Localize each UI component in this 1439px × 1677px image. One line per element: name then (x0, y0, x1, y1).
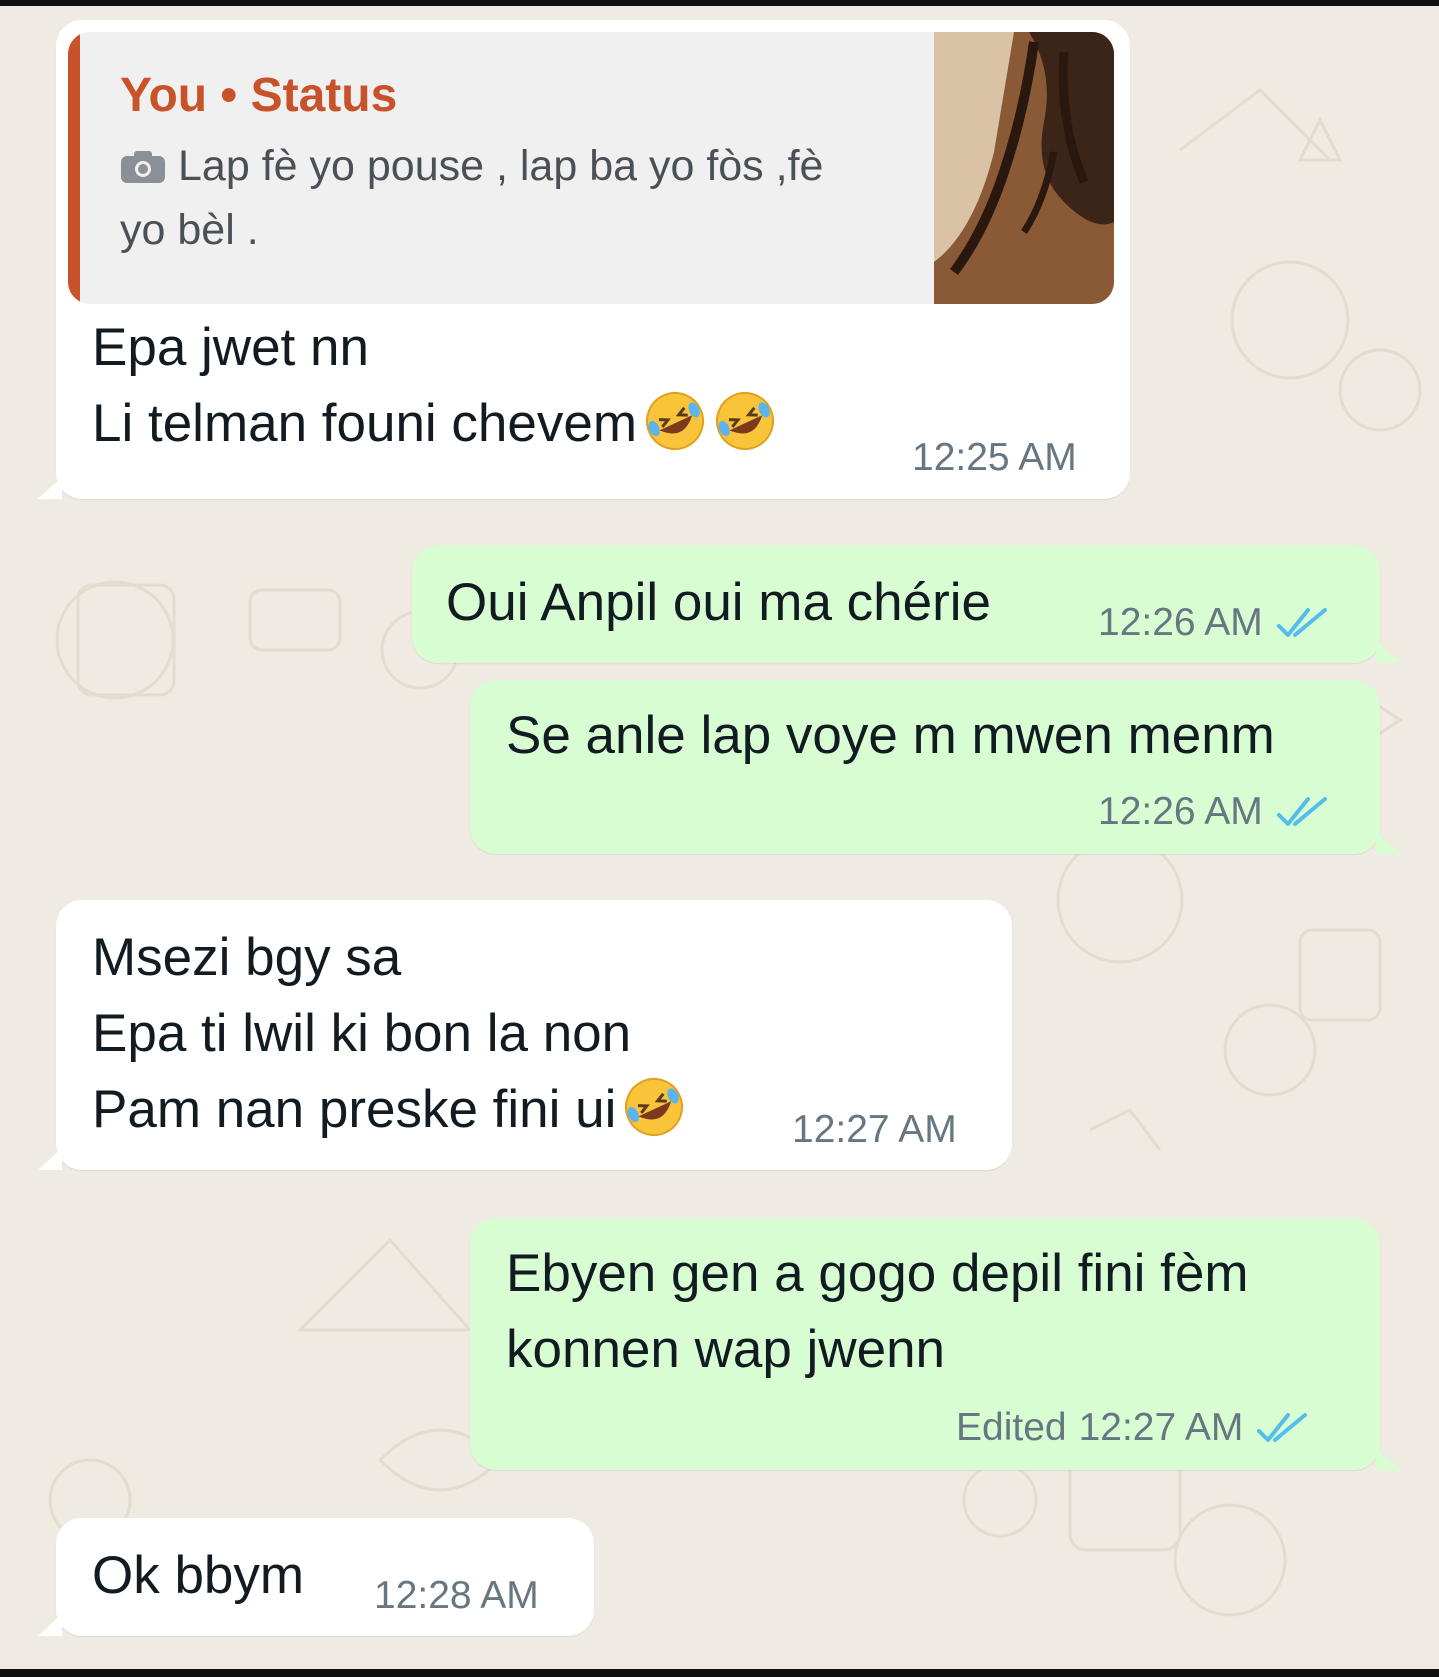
message-line-text: Li telman founi chevem (92, 394, 638, 453)
bottom-edge (0, 1669, 1439, 1677)
message-line: Epa ti lwil ki bon la non (92, 1004, 632, 1063)
bubble-tail (1376, 832, 1402, 854)
message-bubble-outgoing[interactable]: Oui Anpil oui ma chérie 12:26 AM (412, 545, 1402, 663)
message-time: 12:27 AM (792, 1108, 957, 1152)
quote-accent-bar (68, 32, 80, 304)
message-bubble-incoming[interactable]: You • Status Lap fè yo pouse , lap ba yo… (38, 20, 1130, 499)
message-time: 12:28 AM (374, 1574, 539, 1618)
message-line: konnen wap jwenn (506, 1320, 946, 1379)
message-line: Ebyen gen a gogo depil fini fèm (506, 1244, 1249, 1303)
message-text: Se anle lap voye m mwen menm (506, 706, 1275, 765)
message-bubble-outgoing[interactable]: Se anle lap voye m mwen menm 12:26 AM (470, 680, 1402, 854)
timestamp: 12:26 AM (1098, 601, 1263, 644)
timestamp: 12:28 AM (374, 1574, 539, 1617)
message-text: Ebyen gen a gogo depil fini fèm konnen w… (506, 1236, 1249, 1388)
message-line: Pam nan preske fini ui (92, 1072, 686, 1148)
message-line: Epa jwet nn (92, 318, 369, 377)
message-time: 12:25 AM (912, 436, 1077, 480)
message-text: Ok bbym (92, 1546, 305, 1605)
double-check-icon (1257, 1413, 1308, 1442)
message-text: Epa jwet nn Li telman founi chevem (92, 310, 777, 462)
rofl-emoji (646, 392, 705, 450)
message-text: Oui Anpil oui ma chérie (446, 573, 992, 632)
double-check-icon (1276, 608, 1327, 637)
bubble-tail (38, 477, 62, 499)
bubble-tail (1376, 641, 1402, 663)
status-thumbnail[interactable] (934, 32, 1114, 304)
quote-caption: Lap fè yo pouse , lap ba yo fòs ,fè yo b… (120, 142, 824, 254)
rofl-emoji (625, 1078, 684, 1136)
message-time: Edited 12:27 AM (956, 1406, 1309, 1450)
timestamp: 12:27 AM (1078, 1406, 1244, 1449)
quote-title: You • Status (120, 69, 398, 122)
bubble-tail (38, 1148, 62, 1170)
message-bubble-outgoing[interactable]: Ebyen gen a gogo depil fini fèm konnen w… (470, 1218, 1402, 1470)
timestamp: 12:26 AM (1098, 790, 1263, 833)
camera-icon (121, 151, 165, 183)
message-time: 12:26 AM (1098, 601, 1329, 645)
edited-label: Edited (956, 1406, 1067, 1449)
timestamp: 12:25 AM (912, 436, 1077, 479)
rofl-emoji (716, 392, 775, 450)
quote-text: Lap fè yo pouse , lap ba yo fòs ,fè yo b… (120, 134, 880, 262)
message-line: Li telman founi chevem (92, 386, 777, 462)
message-bubble-incoming[interactable]: Msezi bgy sa Epa ti lwil ki bon la non P… (38, 900, 1012, 1170)
message-time: 12:26 AM (1098, 790, 1329, 834)
timestamp: 12:27 AM (792, 1108, 957, 1151)
message-line: Msezi bgy sa (92, 928, 402, 987)
bubble-tail (38, 1614, 62, 1636)
message-text: Msezi bgy sa Epa ti lwil ki bon la non P… (92, 920, 686, 1148)
double-check-icon (1276, 797, 1327, 826)
quoted-status[interactable]: You • Status Lap fè yo pouse , lap ba yo… (68, 32, 1114, 304)
message-line-text: Pam nan preske fini ui (92, 1080, 617, 1139)
bubble-tail (1376, 1448, 1402, 1470)
message-bubble-incoming[interactable]: Ok bbym 12:28 AM (38, 1518, 594, 1636)
